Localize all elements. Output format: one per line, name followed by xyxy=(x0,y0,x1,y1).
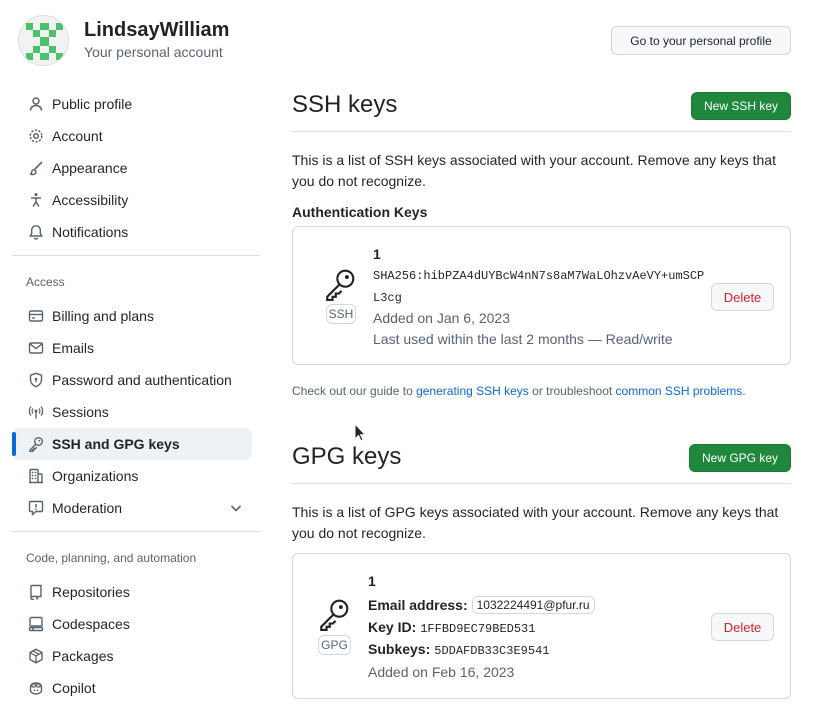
gpg-key-added-date: Added on Feb 16, 2023 xyxy=(368,664,515,680)
ssh-key-fingerprint-cont: L3cg xyxy=(373,291,402,305)
go-to-profile-button[interactable]: Go to your personal profile xyxy=(611,26,791,55)
sidebar-item-label: Sessions xyxy=(52,404,109,420)
bell-icon xyxy=(28,224,44,240)
keyid-label: Key ID: xyxy=(368,619,417,635)
ssh-keys-title: SSH keys xyxy=(292,91,398,118)
subkeys-value: 5DDAFDB33C3E9541 xyxy=(434,644,550,658)
delete-gpg-key-button[interactable]: Delete xyxy=(711,613,774,641)
email-value: 1032224491@pfur.ru xyxy=(471,596,595,614)
codespaces-icon xyxy=(28,616,44,632)
gpg-description: This is a list of GPG keys associated wi… xyxy=(292,504,779,541)
selected-indicator xyxy=(12,432,16,456)
ssh-key-last-used: Last used within the last 2 months — Rea… xyxy=(373,331,673,347)
credit-card-icon xyxy=(28,308,44,324)
avatar[interactable] xyxy=(18,15,69,66)
sidebar-item-emails[interactable]: Emails xyxy=(12,332,252,364)
subkeys-label: Subkeys: xyxy=(368,641,431,657)
person-icon xyxy=(28,96,44,112)
sidebar-item-repositories[interactable]: Repositories xyxy=(12,576,252,608)
sidebar-item-label: Emails xyxy=(52,340,95,356)
section-divider xyxy=(292,483,791,484)
email-label: Email address: xyxy=(368,597,468,613)
gpg-subkeys-row: Subkeys: 5DDAFDB33C3E9541 xyxy=(368,641,549,658)
sidebar-item-label: Copilot xyxy=(52,680,96,696)
ssh-key-added-date: Added on Jan 6, 2023 xyxy=(373,310,511,326)
sidebar-item-organizations[interactable]: Organizations xyxy=(12,460,252,492)
new-ssh-key-button[interactable]: New SSH key xyxy=(691,92,791,120)
ssh-key-item: SSH 1 SHA256:hibPZA4dUYBcW4nN7s8aM7WaLOh… xyxy=(292,226,791,365)
sidebar-item-label: Notifications xyxy=(52,224,129,240)
sidebar-item-label: Repositories xyxy=(52,584,130,600)
paintbrush-icon xyxy=(28,160,44,176)
gpg-keys-title: GPG keys xyxy=(292,443,402,470)
gpg-email-row: Email address: 1032224491@pfur.ru xyxy=(368,596,595,614)
gear-icon xyxy=(28,128,44,144)
shield-lock-icon xyxy=(28,372,44,388)
repo-icon xyxy=(28,584,44,600)
mail-icon xyxy=(28,340,44,356)
account-name[interactable]: LindsayWilliam xyxy=(84,19,229,42)
gpg-keyid-row: Key ID: 1FFBD9EC79BED531 xyxy=(368,619,535,636)
sidebar-item-label: Billing and plans xyxy=(52,308,154,324)
new-gpg-key-button[interactable]: New GPG key xyxy=(689,444,791,472)
ssh-tag: SSH xyxy=(326,304,356,324)
sidebar-section-access: Access xyxy=(26,275,65,289)
sidebar-divider xyxy=(12,255,260,256)
common-ssh-problems-link[interactable]: common SSH problems xyxy=(616,384,743,398)
mouse-cursor-icon xyxy=(354,423,366,442)
sidebar-item-account[interactable]: Account xyxy=(12,120,252,152)
accessibility-icon xyxy=(28,192,44,208)
ssh-description: This is a list of SSH keys associated wi… xyxy=(292,152,776,189)
authentication-keys-heading: Authentication Keys xyxy=(292,204,428,220)
sidebar-item-label: Public profile xyxy=(52,96,133,112)
sidebar-item-password-auth[interactable]: Password and authentication xyxy=(12,364,252,396)
sidebar-item-label: Codespaces xyxy=(52,616,130,632)
guide-text: . xyxy=(742,384,746,398)
key-icon xyxy=(323,267,357,301)
sidebar-item-sessions[interactable]: Sessions xyxy=(12,396,252,428)
guide-text: or troubleshoot xyxy=(528,384,616,398)
chevron-down-icon[interactable] xyxy=(228,500,244,516)
generating-ssh-keys-link[interactable]: generating SSH keys xyxy=(416,384,529,398)
copilot-icon xyxy=(28,680,44,696)
sidebar-item-notifications[interactable]: Notifications xyxy=(12,216,252,248)
gpg-tag: GPG xyxy=(318,635,351,655)
key-icon xyxy=(28,436,44,452)
sidebar-item-public-profile[interactable]: Public profile xyxy=(12,88,252,120)
sidebar-item-label: Account xyxy=(52,128,103,144)
sidebar-divider xyxy=(12,531,260,532)
ssh-key-fingerprint: SHA256:hibPZA4dUYBcW4nN7s8aM7WaLOhzvAeVY… xyxy=(373,269,705,283)
sidebar-section-code: Code, planning, and automation xyxy=(26,551,197,565)
sidebar-item-accessibility[interactable]: Accessibility xyxy=(12,184,252,216)
sidebar-item-label: Organizations xyxy=(52,468,139,484)
key-icon xyxy=(317,597,351,631)
sidebar-item-label: Packages xyxy=(52,648,114,664)
broadcast-icon xyxy=(28,404,44,420)
package-icon xyxy=(28,648,44,664)
sidebar-item-codespaces[interactable]: Codespaces xyxy=(12,608,252,640)
gpg-key-item: GPG 1 Email address: 1032224491@pfur.ru … xyxy=(292,553,791,699)
sidebar-item-copilot[interactable]: Copilot xyxy=(12,672,252,704)
sidebar-item-label: Appearance xyxy=(52,160,128,176)
report-icon xyxy=(28,500,44,516)
sidebar-item-label: Moderation xyxy=(52,500,123,516)
guide-text: Check out our guide to xyxy=(292,384,417,398)
sidebar-item-billing[interactable]: Billing and plans xyxy=(12,300,252,332)
sidebar-item-packages[interactable]: Packages xyxy=(12,640,252,672)
organization-icon xyxy=(28,468,44,484)
section-divider xyxy=(292,131,791,132)
sidebar-item-ssh-gpg-keys[interactable]: SSH and GPG keys xyxy=(12,428,252,460)
sidebar-item-label: SSH and GPG keys xyxy=(52,436,180,452)
keyid-value: 1FFBD9EC79BED531 xyxy=(420,622,536,636)
delete-ssh-key-button[interactable]: Delete xyxy=(711,283,774,311)
sidebar-item-label: Accessibility xyxy=(52,192,129,208)
account-subtitle: Your personal account xyxy=(84,44,223,60)
ssh-guide-text: Check out our guide to generating SSH ke… xyxy=(292,384,746,398)
ssh-key-name: 1 xyxy=(373,246,381,262)
sidebar-item-moderation[interactable]: Moderation xyxy=(12,492,252,524)
sidebar-item-appearance[interactable]: Appearance xyxy=(12,152,252,184)
gpg-key-name: 1 xyxy=(368,573,376,589)
sidebar-item-label: Password and authentication xyxy=(52,372,232,388)
